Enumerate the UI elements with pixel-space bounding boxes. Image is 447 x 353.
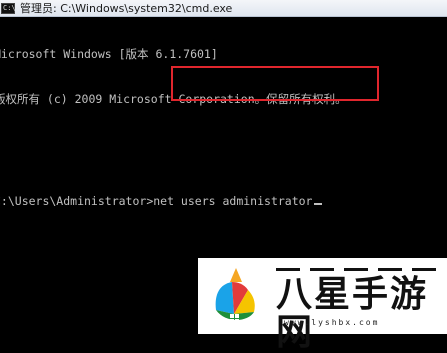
console-line: C:\Users\Administrator>net users adminis… xyxy=(0,194,447,209)
console-output[interactable]: Microsoft Windows [版本 6.1.7601] 版权所有 (c)… xyxy=(0,17,447,224)
watermark: 八星手游网 www.lyshbx.com xyxy=(198,258,447,352)
command-highlight-box xyxy=(171,66,379,101)
watermark-site-name: 八星手游网 xyxy=(276,274,429,353)
command-prompt-line: C:\Users\Administrator>net users adminis… xyxy=(0,194,313,208)
watermark-decoration xyxy=(276,268,436,272)
title-bar[interactable]: C:\ 管理员: C:\Windows\system32\cmd.exe xyxy=(0,0,447,17)
watermark-url: www.lyshbx.com xyxy=(284,318,380,327)
brand-logo-icon xyxy=(215,268,255,323)
console-line: Microsoft Windows [版本 6.1.7601] xyxy=(0,47,218,61)
window-title: 管理员: C:\Windows\system32\cmd.exe xyxy=(20,2,233,15)
text-cursor xyxy=(313,203,322,205)
cmd-window-icon: C:\ xyxy=(1,2,16,14)
